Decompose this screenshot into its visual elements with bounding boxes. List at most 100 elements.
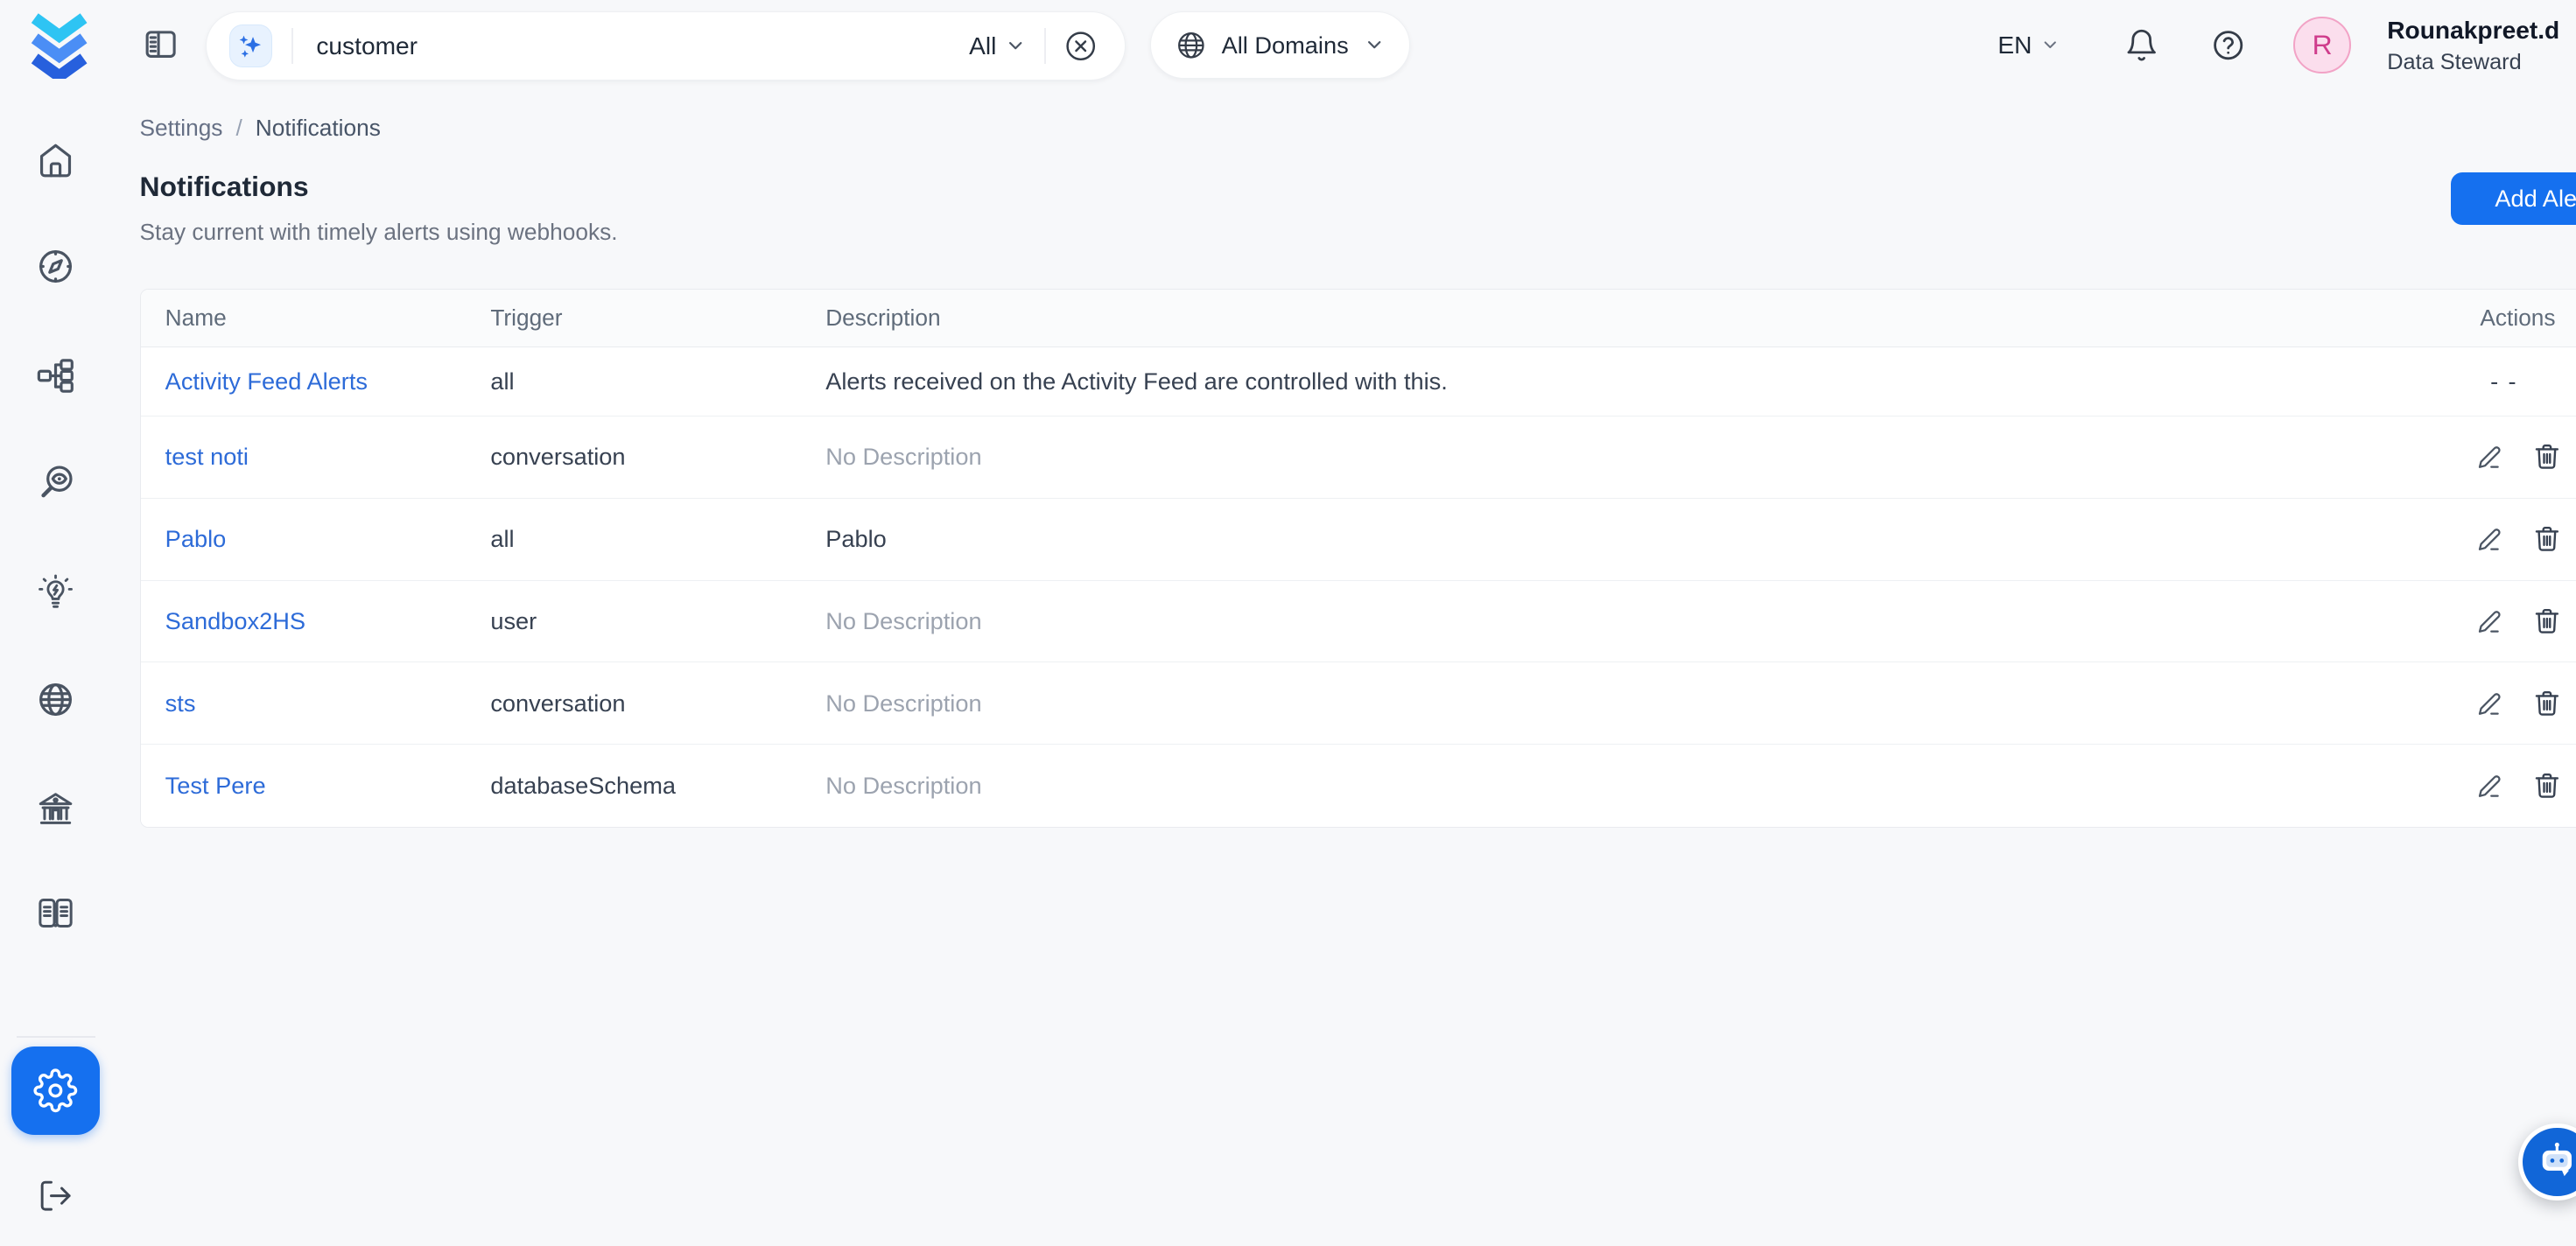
row-actions	[2337, 689, 2576, 718]
alert-name-link[interactable]: Test Pere	[165, 772, 266, 799]
alert-name-link[interactable]: test noti	[165, 443, 249, 470]
help-button[interactable]	[2211, 28, 2245, 62]
user-avatar[interactable]: R	[2293, 17, 2351, 74]
delete-button[interactable]	[2532, 689, 2562, 718]
bell-icon	[2124, 28, 2158, 62]
table-row: test noti conversation No Description	[141, 416, 2576, 499]
alert-description: No Description	[825, 690, 2337, 718]
chat-bot-button[interactable]	[2518, 1124, 2576, 1200]
alert-description: Alerts received on the Activity Feed are…	[825, 368, 2337, 396]
search-scope-label: All	[969, 32, 996, 60]
chat-bot-icon	[2535, 1140, 2576, 1185]
sidebar-item-explore[interactable]	[36, 247, 75, 286]
sparkles-icon[interactable]	[229, 24, 272, 67]
breadcrumb-settings[interactable]: Settings	[140, 115, 223, 141]
alert-trigger: all	[490, 368, 825, 396]
app-window: All	[0, 0, 2576, 1246]
pencil-icon	[2476, 525, 2504, 553]
search-scope-dropdown[interactable]: All	[969, 32, 1026, 60]
breadcrumb-separator: /	[235, 115, 242, 141]
clear-search-button[interactable]	[1063, 29, 1098, 63]
add-alert-button[interactable]: Add Alert	[2451, 172, 2576, 225]
trash-icon	[2532, 771, 2562, 801]
clear-circle-icon	[1063, 29, 1098, 63]
row-actions	[2337, 524, 2576, 554]
domains-dropdown[interactable]: All Domains	[1150, 11, 1410, 79]
breadcrumb: Settings / Notifications	[140, 115, 381, 142]
search-input[interactable]	[293, 32, 969, 60]
trash-icon	[2532, 524, 2562, 554]
home-icon	[36, 141, 75, 180]
explore-compass-icon	[36, 247, 75, 286]
left-sidebar	[0, 0, 112, 1246]
table-row: Activity Feed Alerts all Alerts received…	[141, 347, 2576, 416]
edit-button[interactable]	[2476, 525, 2504, 553]
sidebar-item-data-assets[interactable]	[36, 356, 75, 396]
alert-trigger: databaseSchema	[490, 772, 825, 800]
insights-bulb-icon	[36, 573, 75, 612]
alert-name-link[interactable]: sts	[165, 690, 196, 717]
sidebar-item-govern[interactable]	[36, 788, 75, 828]
row-actions: - -	[2337, 368, 2576, 396]
delete-button[interactable]	[2532, 442, 2562, 472]
sidebar-item-domains[interactable]	[36, 680, 75, 719]
pencil-icon	[2476, 607, 2504, 635]
alert-description: No Description	[825, 443, 2337, 471]
delete-button[interactable]	[2532, 606, 2562, 636]
alert-name-cell: Activity Feed Alerts	[141, 368, 491, 396]
edit-button[interactable]	[2476, 443, 2504, 471]
sidebar-item-glossary[interactable]	[36, 893, 75, 933]
domains-globe-icon	[36, 680, 75, 719]
table-body: Activity Feed Alerts all Alerts received…	[141, 347, 2576, 827]
alert-trigger: all	[490, 525, 825, 553]
govern-bank-icon	[36, 788, 75, 828]
page-title: Notifications	[140, 171, 309, 203]
alert-name-link[interactable]: Activity Feed Alerts	[165, 368, 368, 395]
row-actions	[2337, 771, 2576, 801]
table-row: sts conversation No Description	[141, 662, 2576, 745]
trash-icon	[2532, 606, 2562, 636]
search-divider	[1044, 28, 1046, 64]
sidebar-item-insights[interactable]	[36, 573, 75, 612]
edit-button[interactable]	[2476, 690, 2504, 718]
notifications-bell-button[interactable]	[2124, 28, 2158, 62]
alert-description: No Description	[825, 607, 2337, 635]
sidebar-item-home[interactable]	[36, 141, 75, 180]
notifications-table: Name Trigger Description Actions Activit…	[140, 289, 2576, 828]
table-header: Name Trigger Description Actions	[141, 290, 2576, 347]
user-menu[interactable]: Rounakpreet.d Data Steward	[2387, 13, 2559, 79]
alert-name-link[interactable]: Sandbox2HS	[165, 607, 305, 634]
settings-gear-icon	[33, 1068, 78, 1113]
logout-button[interactable]	[38, 1178, 74, 1214]
alert-trigger: conversation	[490, 443, 825, 471]
alert-name-link[interactable]: Pablo	[165, 525, 227, 552]
breadcrumb-notifications: Notifications	[256, 115, 381, 141]
page-subtitle: Stay current with timely alerts using we…	[140, 219, 618, 246]
alert-trigger: user	[490, 607, 825, 635]
language-dropdown[interactable]: EN	[1997, 0, 2060, 90]
column-header-actions: Actions	[2337, 304, 2576, 332]
alert-name-cell: test noti	[141, 443, 491, 471]
sidebar-toggle-button[interactable]	[143, 26, 179, 62]
domains-label: All Domains	[1222, 32, 1349, 60]
delete-button[interactable]	[2532, 524, 2562, 554]
global-search-bar[interactable]: All	[206, 11, 1126, 80]
alert-description: No Description	[825, 772, 2337, 800]
chevron-down-icon	[1364, 34, 1385, 55]
edit-button[interactable]	[2476, 772, 2504, 800]
delete-button[interactable]	[2532, 771, 2562, 801]
alert-name-cell: Pablo	[141, 525, 491, 553]
table-row: Pablo all Pablo	[141, 499, 2576, 581]
alert-trigger: conversation	[490, 690, 825, 718]
sidebar-item-settings-active[interactable]	[11, 1046, 100, 1135]
row-actions	[2337, 442, 2576, 472]
alert-description: Pablo	[825, 525, 2337, 553]
sidebar-item-observability[interactable]	[36, 463, 75, 502]
alert-name-cell: Test Pere	[141, 772, 491, 800]
trash-icon	[2532, 442, 2562, 472]
data-assets-tree-icon	[36, 356, 75, 396]
edit-button[interactable]	[2476, 607, 2504, 635]
panel-toggle-icon	[143, 26, 179, 62]
pencil-icon	[2476, 690, 2504, 718]
globe-icon	[1176, 30, 1207, 61]
